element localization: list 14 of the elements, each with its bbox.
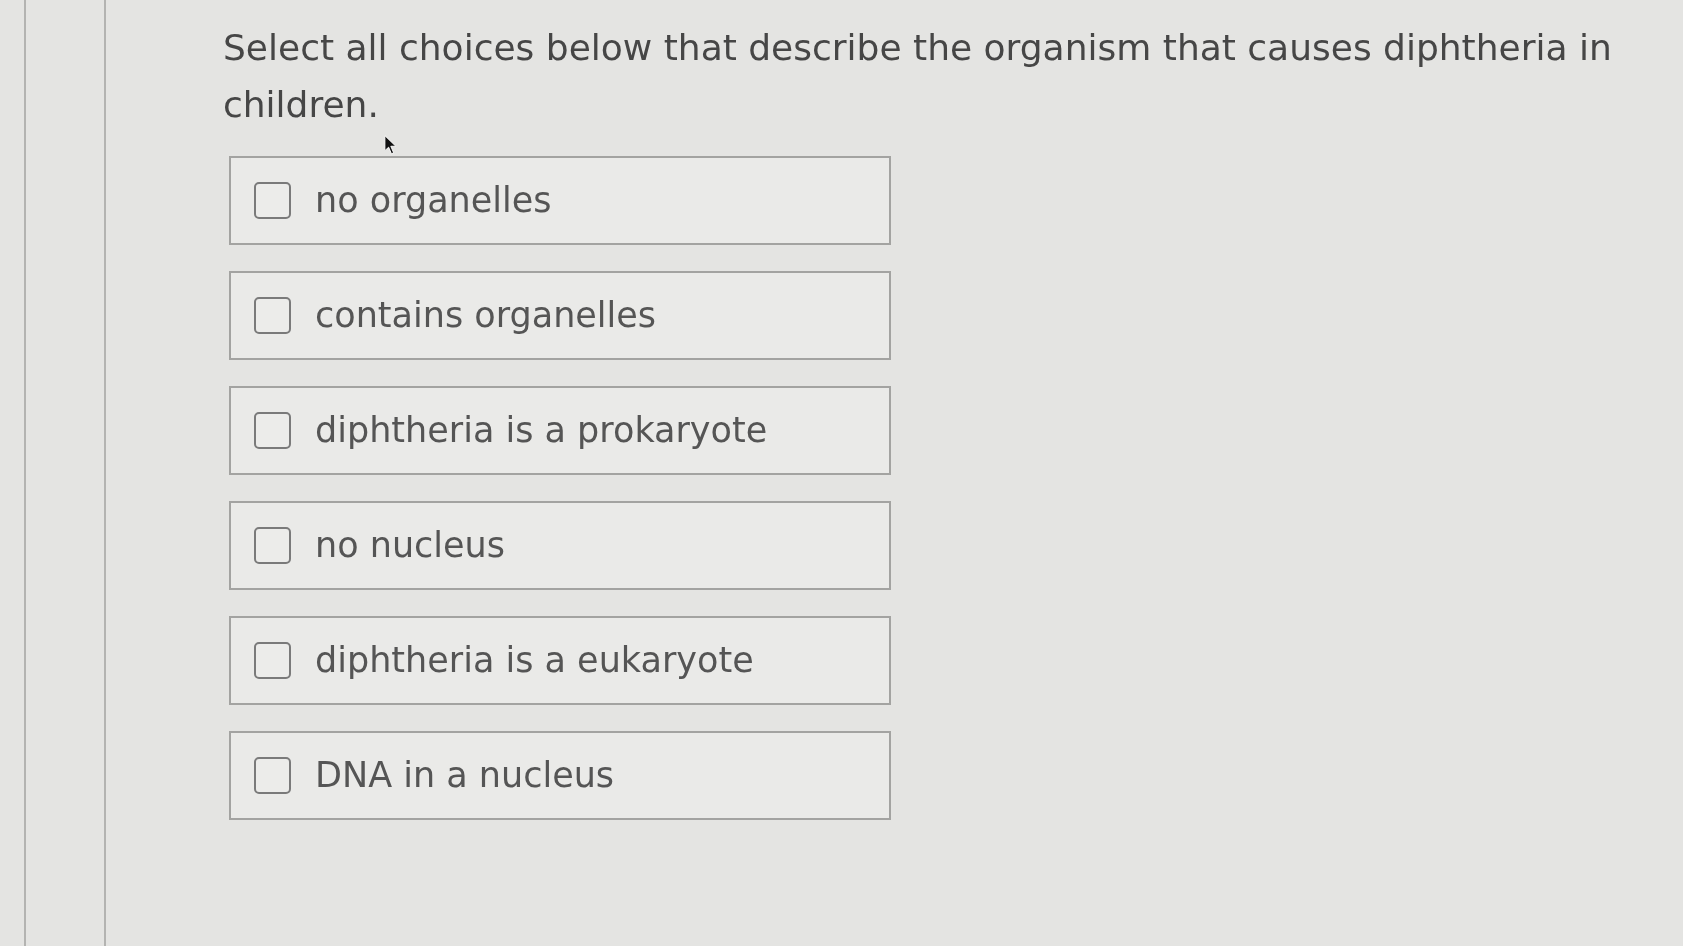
answer-option[interactable]: diphtheria is a eukaryote xyxy=(229,616,891,705)
checkbox[interactable] xyxy=(254,642,291,679)
answer-option[interactable]: DNA in a nucleus xyxy=(229,731,891,820)
checkbox[interactable] xyxy=(254,527,291,564)
answer-option[interactable]: no organelles xyxy=(229,156,891,245)
answer-option[interactable]: contains organelles xyxy=(229,271,891,360)
question-text: Select all choices below that describe the organism that causes diphtheria in children. xyxy=(223,26,1613,127)
checkbox[interactable] xyxy=(254,297,291,334)
answer-option[interactable]: no nucleus xyxy=(229,501,891,590)
checkbox[interactable] xyxy=(254,412,291,449)
answer-option[interactable]: diphtheria is a prokaryote xyxy=(229,386,891,475)
checkbox[interactable] xyxy=(254,182,291,219)
checkbox[interactable] xyxy=(254,757,291,794)
mouse-pointer-icon xyxy=(384,135,397,155)
